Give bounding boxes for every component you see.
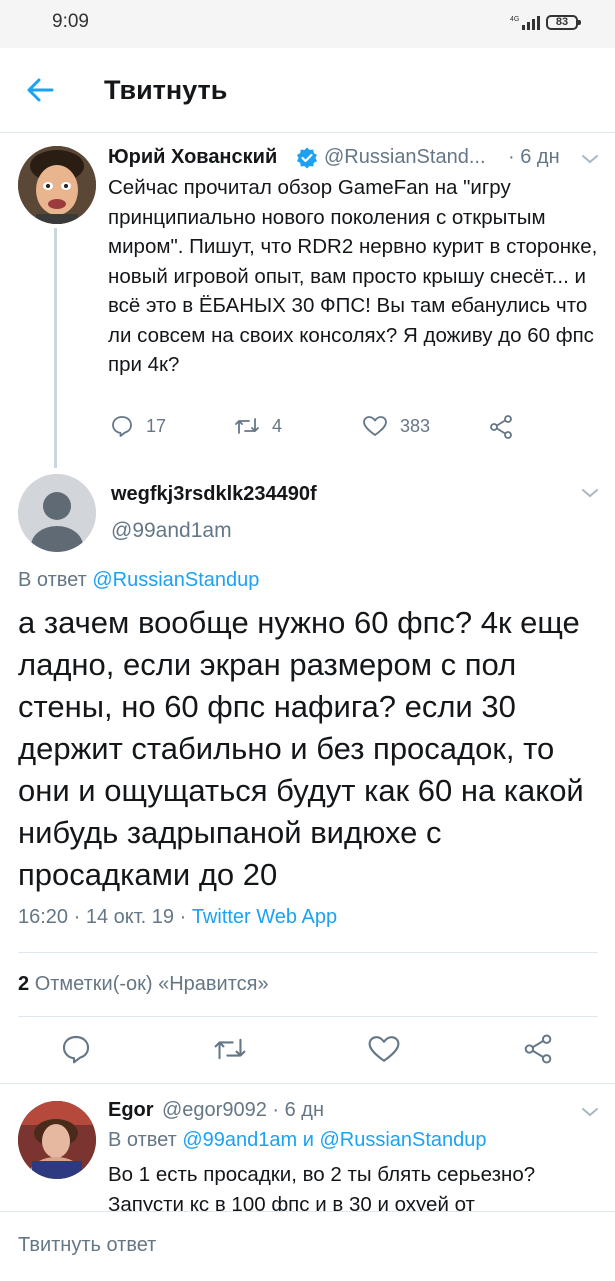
share-button[interactable] — [522, 1033, 554, 1065]
divider — [18, 1016, 598, 1017]
retweet-icon — [214, 1038, 246, 1060]
tweet-text: Сейчас прочитал обзор GameFan на "игру п… — [108, 176, 598, 376]
reply-button[interactable]: 17 — [110, 414, 166, 438]
avatar[interactable] — [18, 146, 96, 224]
network-label: 4G — [510, 16, 519, 23]
reply-context: В ответ @RussianStandup — [18, 569, 259, 592]
author-handle[interactable]: @egor9092 · 6 дн — [162, 1099, 324, 1122]
tweet-time: · 6 дн — [508, 146, 560, 168]
reply-icon — [62, 1035, 90, 1064]
reply-button[interactable] — [60, 1033, 92, 1065]
heart-icon — [363, 416, 387, 436]
status-bar: 9:09 4G 83 — [0, 0, 615, 48]
reply-input[interactable]: Твитнуть ответ — [18, 1234, 156, 1257]
author-name[interactable]: wegfkj3rsdklk234490f — [111, 483, 317, 506]
source-link[interactable]: Twitter Web App — [192, 906, 337, 928]
divider — [18, 952, 598, 953]
author-name[interactable]: Юрий Хованский — [108, 146, 277, 169]
divider — [0, 1083, 615, 1084]
likes-summary[interactable]: 2 Отметки(-ок) «Нравится» — [18, 973, 269, 996]
author-name[interactable]: Egor — [108, 1099, 154, 1122]
thread-line — [54, 228, 57, 468]
reply-composer[interactable]: Твитнуть ответ — [0, 1211, 615, 1281]
chevron-down-icon[interactable] — [580, 486, 600, 500]
avatar-image — [18, 1101, 96, 1179]
likes-count: 2 — [18, 973, 30, 995]
mention-link[interactable]: @99and1am — [182, 1129, 297, 1151]
like-button[interactable]: 383 — [362, 414, 430, 438]
retweet-count: 4 — [272, 415, 283, 436]
status-time: 9:09 — [52, 11, 89, 32]
likes-label: Отметки(-ок) «Нравится» — [34, 973, 269, 995]
retweet-icon — [235, 418, 259, 434]
share-icon — [524, 1034, 552, 1064]
author-handle[interactable]: @RussianStand... — [324, 146, 506, 169]
reply-count: 17 — [146, 415, 167, 436]
reply-prefix: В ответ — [18, 569, 87, 591]
retweet-button[interactable]: 4 — [234, 414, 282, 438]
default-avatar-icon — [18, 474, 96, 552]
avatar[interactable] — [18, 474, 96, 552]
verified-badge-icon — [297, 147, 317, 169]
app-header: Твитнуть — [0, 48, 615, 133]
avatar-image — [18, 146, 96, 224]
mention-conjunction: и — [302, 1129, 314, 1151]
arrow-left-icon — [27, 78, 54, 102]
tweet-meta: 16:20 · 14 окт. 19 · Twitter Web App — [18, 906, 337, 929]
back-button[interactable] — [24, 74, 56, 106]
heart-icon — [368, 1036, 400, 1062]
battery-icon: 83 — [546, 15, 581, 30]
tweet-text: а зачем вообще нужно 60 фпс? 4к еще ладн… — [18, 605, 584, 892]
share-button[interactable] — [488, 414, 514, 440]
chevron-down-icon[interactable] — [580, 152, 600, 166]
page-title: Твитнуть — [104, 75, 228, 105]
tweet-timestamp: 16:20 · 14 окт. 19 · — [18, 906, 187, 928]
reply-context: В ответ @99and1am и @RussianStandup — [108, 1129, 487, 1152]
mention-link[interactable]: @RussianStandup — [92, 569, 259, 591]
mention-link[interactable]: @RussianStandup — [319, 1129, 486, 1151]
signal-icon: 4G — [510, 16, 540, 30]
avatar[interactable] — [18, 1101, 96, 1179]
reply-icon — [112, 416, 132, 437]
author-handle[interactable]: @99and1am — [111, 519, 232, 543]
share-icon — [490, 415, 512, 439]
chevron-down-icon[interactable] — [580, 1105, 600, 1119]
reply-prefix: В ответ — [108, 1129, 177, 1151]
like-count: 383 — [400, 415, 431, 436]
retweet-button[interactable] — [213, 1033, 247, 1065]
tweet-text: Во 1 есть просадки, во 2 ты блять серьез… — [108, 1163, 536, 1212]
like-button[interactable] — [367, 1033, 401, 1065]
